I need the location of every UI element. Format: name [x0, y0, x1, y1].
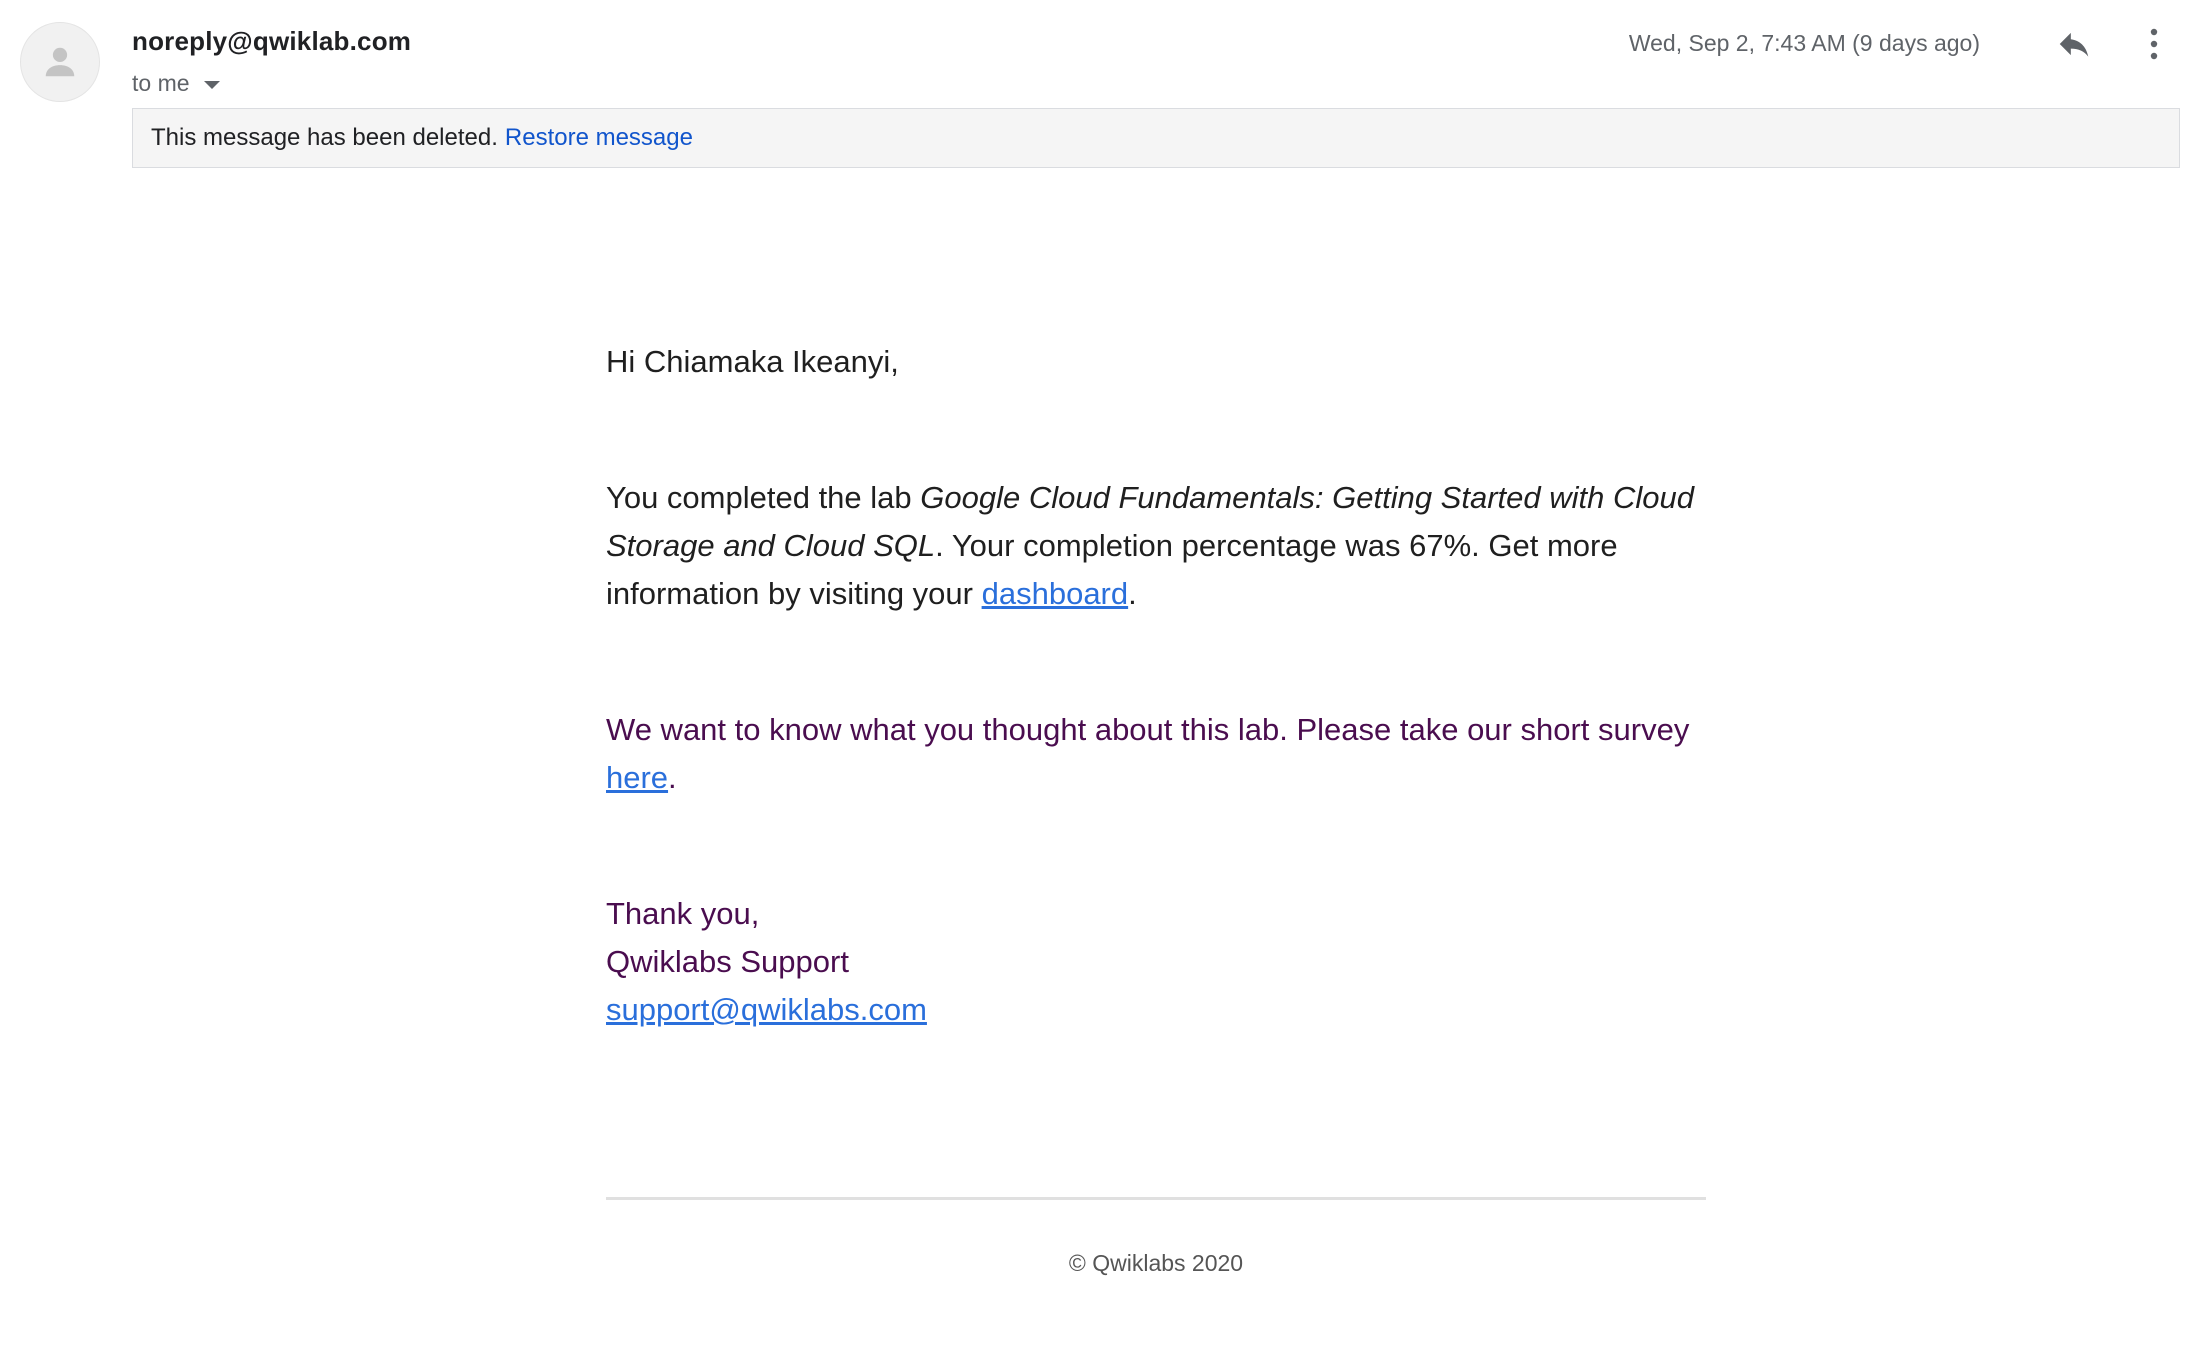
dashboard-link[interactable]: dashboard — [982, 576, 1129, 611]
deleted-message-notice: This message has been deleted. Restore m… — [132, 108, 2180, 168]
recipient-dropdown[interactable]: to me — [132, 70, 220, 97]
caret-down-icon — [203, 80, 220, 89]
completion-prefix: You completed the lab — [606, 480, 921, 515]
recipient-label: to me — [132, 70, 190, 96]
reply-button[interactable] — [2052, 22, 2096, 66]
signoff-team: Qwiklabs Support — [606, 944, 849, 979]
survey-prefix: We want to know what you thought about t… — [606, 712, 1690, 747]
more-options-button[interactable] — [2138, 22, 2170, 66]
more-vert-icon — [2150, 28, 2158, 60]
completion-suffix: . — [1128, 576, 1137, 611]
restore-message-link[interactable]: Restore message — [505, 124, 693, 152]
signoff-thanks: Thank you, — [606, 896, 760, 931]
support-email-link[interactable]: support@qwiklabs.com — [606, 992, 927, 1027]
survey-link[interactable]: here — [606, 760, 668, 795]
greeting: Hi Chiamaka Ikeanyi, — [606, 344, 899, 379]
survey-suffix: . — [668, 760, 677, 795]
reply-icon — [2059, 32, 2089, 57]
message-timestamp: Wed, Sep 2, 7:43 AM (9 days ago) — [1628, 30, 1980, 56]
sender-avatar[interactable] — [20, 22, 100, 102]
sender-email: noreply@qwiklab.com — [132, 26, 412, 56]
footer-divider — [606, 1197, 1706, 1200]
email-body: Hi Chiamaka Ikeanyi, You completed the l… — [606, 338, 1706, 1034]
signoff: Thank you, Qwiklabs Support support@qwik… — [606, 890, 1706, 1034]
footer-copyright: © Qwiklabs 2020 — [1068, 1250, 1244, 1276]
survey-paragraph: We want to know what you thought about t… — [606, 706, 1706, 802]
deleted-notice-text: This message has been deleted. — [151, 124, 498, 151]
completion-paragraph: You completed the lab Google Cloud Funda… — [606, 474, 1706, 618]
person-icon — [45, 47, 75, 77]
